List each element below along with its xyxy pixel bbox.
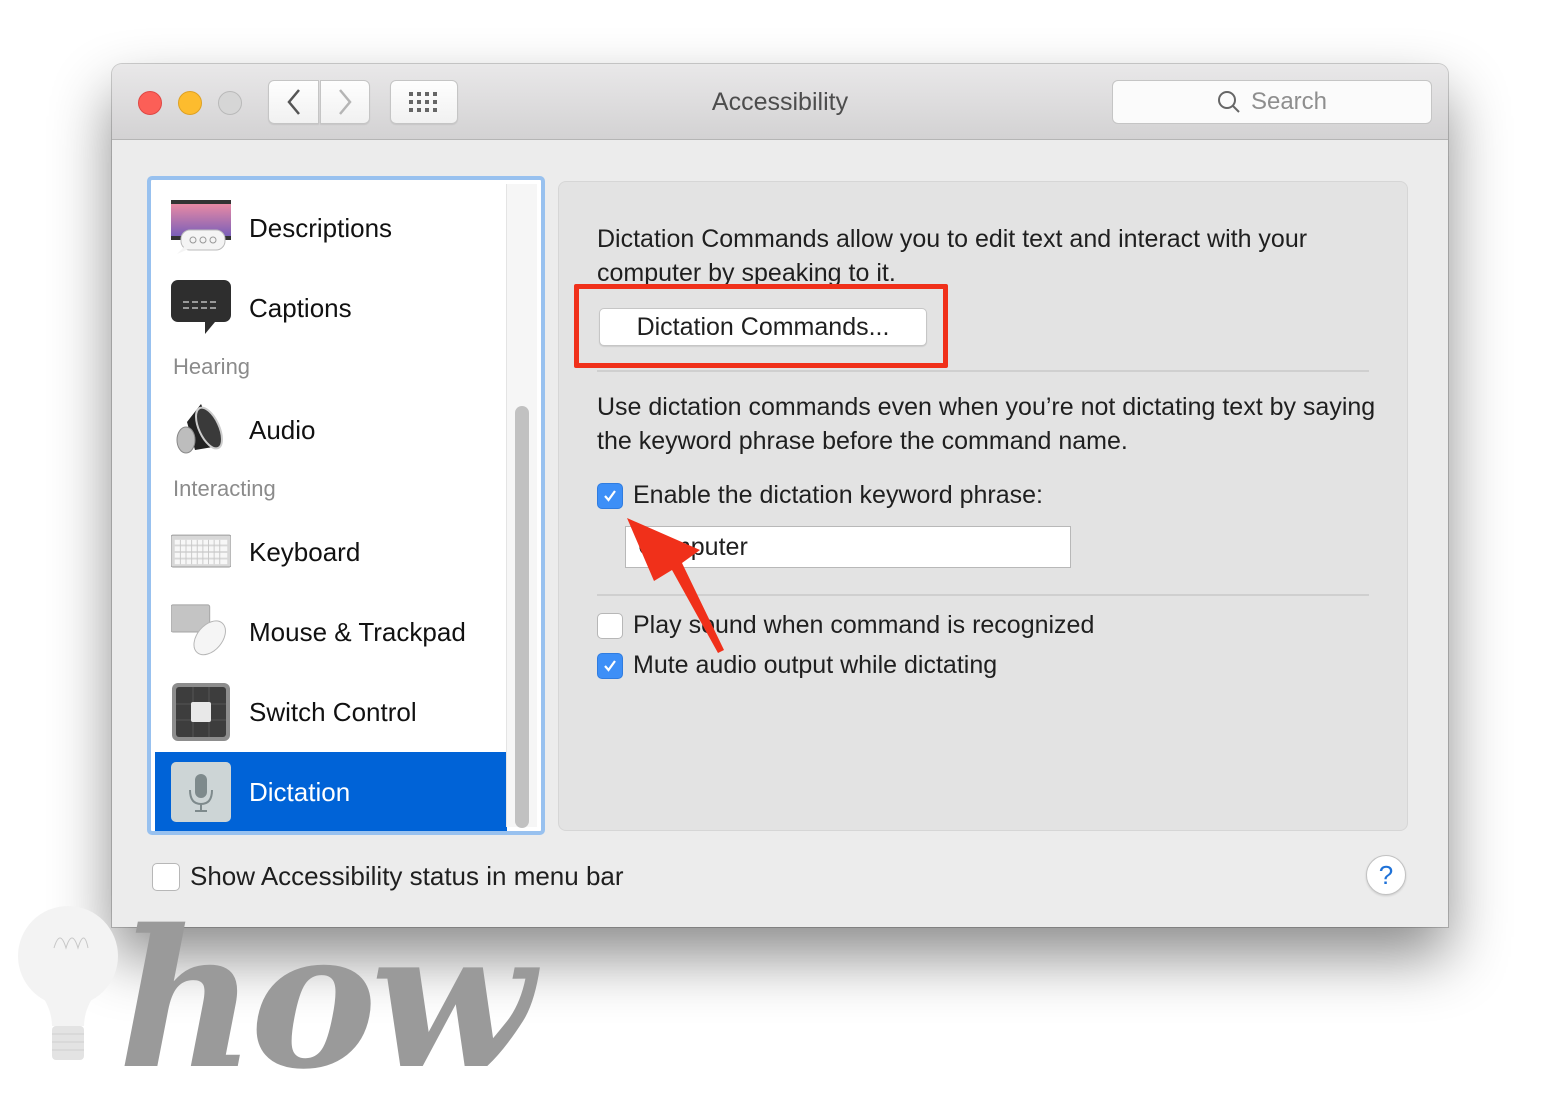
sidebar-item-label: Switch Control [249,696,417,727]
preferences-window: Accessibility Search Descriptions Captio… [112,64,1448,927]
enable-keyword-checkbox[interactable] [597,482,623,509]
lightbulb-icon [18,906,118,1060]
sidebar-item-mouse-trackpad[interactable]: Mouse & Trackpad [155,592,507,672]
show-status-checkbox[interactable] [152,862,180,891]
sidebar-item-label: Descriptions [249,212,393,243]
speaker-icon [171,400,231,460]
keyboard-icon [171,522,231,582]
mute-audio-label: Mute audio output while dictating [633,651,998,679]
dictation-panel: Dictation Commands allow you to edit tex… [558,181,1408,831]
category-list[interactable]: Descriptions Captions Hearing Audio Inte… [147,176,545,835]
mute-audio-checkbox[interactable] [597,652,623,679]
scrollbar-thumb[interactable] [515,406,529,828]
sidebar-item-switch-control[interactable]: Switch Control [155,672,507,752]
search-placeholder: Search [1250,88,1328,115]
checkmark-icon [604,659,616,672]
play-sound-label: Play sound when command is recognized [633,611,1095,639]
sidebar-item-dictation[interactable]: Dictation [155,752,507,831]
checkmark-icon [604,489,616,502]
help-button[interactable]: ? [1366,855,1406,895]
sidebar-scrollbar[interactable] [506,184,537,828]
highlight-annotation-box [574,284,948,368]
section-header-hearing: Hearing [173,354,251,379]
sidebar-item-captions[interactable]: Captions [155,268,507,348]
play-sound-checkbox-row[interactable]: Play sound when command is recognized [597,611,1094,640]
titlebar: Accessibility Search [112,64,1448,140]
mute-audio-checkbox-row[interactable]: Mute audio output while dictating [597,651,997,680]
mouse-icon [171,602,231,662]
descriptions-icon [171,198,231,258]
sidebar-item-descriptions[interactable]: Descriptions [155,188,507,268]
sidebar-item-label: Audio [249,414,316,445]
sidebar-item-keyboard[interactable]: Keyboard [155,512,507,592]
microphone-icon [171,762,231,822]
divider [597,594,1369,596]
help-icon: ? [1378,859,1394,890]
sidebar-item-label: Mouse & Trackpad [249,616,466,647]
sidebar-item-label: Keyboard [249,536,361,567]
sidebar-item-audio[interactable]: Audio [155,390,507,470]
keyword-phrase-input[interactable]: Computer [625,526,1071,568]
divider [597,370,1369,372]
play-sound-checkbox[interactable] [597,612,623,639]
commands-intro-text: Dictation Commands allow you to edit tex… [597,225,1308,287]
watermark-text: how [118,888,534,1111]
keyword-description-text: Use dictation commands even when you’re … [597,393,1376,455]
enable-keyword-label: Enable the dictation keyword phrase: [633,481,1043,509]
sidebar-item-label: Dictation [249,776,351,807]
sidebar-item-label: Captions [249,292,352,323]
enable-keyword-checkbox-row[interactable]: Enable the dictation keyword phrase: [597,481,1043,510]
search-icon [1217,91,1240,113]
search-input[interactable]: Search [1112,80,1432,124]
keyword-phrase-value: Computer [638,533,748,561]
switch-control-icon [171,682,231,742]
section-header-interacting: Interacting [173,476,276,501]
captions-icon [171,278,231,338]
